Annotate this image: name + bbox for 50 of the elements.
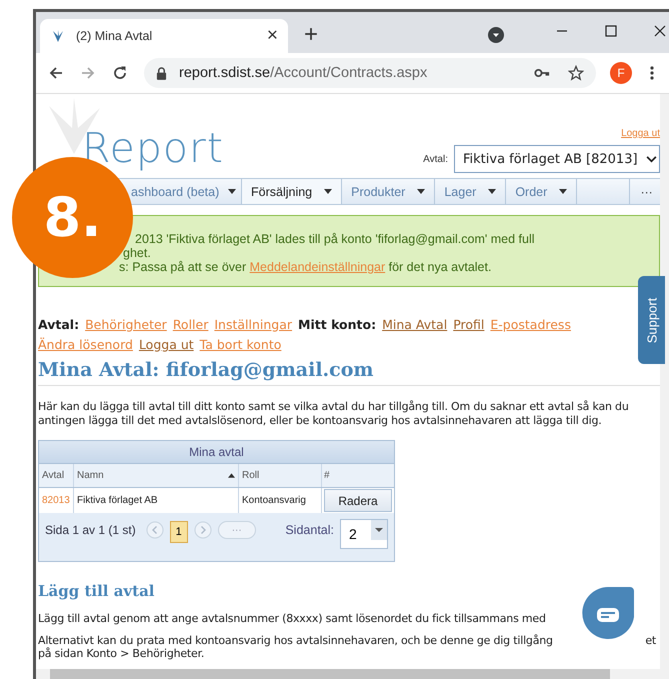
links-label: Mitt konto:: [298, 316, 376, 334]
table-cell: Kontoansvarig: [239, 488, 322, 513]
notice-text: ghet.: [122, 246, 152, 260]
nav-menu-item[interactable]: Produkter: [342, 179, 436, 204]
account-link[interactable]: Inställningar: [214, 315, 292, 335]
logo-text: Report: [82, 124, 224, 172]
account-link[interactable]: Behörigheter: [85, 315, 167, 335]
contract-select[interactable]: Fiktiva förlaget AB [82013]: [454, 145, 660, 173]
page-number[interactable]: 1: [170, 521, 188, 543]
url-text: report.sdist.se/Account/Contracts.aspx: [179, 65, 428, 81]
address-bar[interactable]: report.sdist.se/Account/Contracts.aspx: [144, 58, 596, 88]
support-tab[interactable]: Support: [638, 276, 665, 364]
profile-avatar[interactable]: F: [610, 62, 632, 84]
contract-label: Avtal:: [423, 154, 448, 164]
account-link[interactable]: E-postadress: [490, 315, 571, 335]
account-link[interactable]: Logga ut: [138, 335, 194, 355]
account-link[interactable]: Roller: [172, 315, 208, 335]
account-link[interactable]: Ändra lösenord: [38, 335, 133, 355]
nav-menu-item[interactable]: Försäljning: [242, 179, 342, 204]
delete-button[interactable]: Radera: [324, 489, 392, 512]
close-tab-button[interactable]: ×: [266, 25, 278, 47]
column-header[interactable]: Namn: [74, 464, 239, 487]
account-link[interactable]: Mina Avtal: [382, 315, 448, 335]
more-menu-item[interactable]: ···: [630, 179, 663, 204]
column-header[interactable]: #: [322, 464, 394, 487]
all-pages-button[interactable]: ···: [218, 521, 256, 539]
page-size-select[interactable]: 2: [340, 519, 388, 549]
account-link[interactable]: Profil: [453, 315, 484, 335]
logout-link[interactable]: Logga ut: [621, 128, 660, 139]
instruction-text: et: [645, 634, 656, 647]
page-size-label: Sidantal:: [285, 523, 334, 537]
notice-text: 2013 'Fiktiva förlaget AB' lades till på konto 'fiforlag@gmail.com' med full: [134, 232, 536, 246]
table-cell: 82013: [39, 488, 74, 513]
tab-title: (2) Mina Avtal: [76, 29, 154, 43]
pager-summary: Sida 1 av 1 (1 st): [45, 523, 136, 537]
column-header[interactable]: Roll: [239, 464, 322, 487]
browser-tab[interactable]: (2) Mina Avtal ×: [40, 19, 288, 53]
grid-caption: Mina avtal: [39, 441, 394, 464]
instruction-text: på sidan Konto > Behörigheter.: [38, 647, 206, 660]
nav-menu-item[interactable]: Lager: [435, 179, 506, 204]
intro-text: Här kan du lägga till avtal till ditt konto samt se vilka avtal du har tillgång till. Om du saknar ett avtal så kan du antingen lägga till det med avtalslösenord, eller be kontoansvarig hos avtalsinnehavaren att lägga till dig.: [38, 400, 630, 428]
table-cell: Fiktiva förlaget AB: [74, 488, 239, 513]
column-header[interactable]: Avtal: [39, 464, 74, 487]
account-link[interactable]: Ta bort konto: [200, 335, 282, 355]
nav-menu-item[interactable]: Order: [506, 179, 578, 204]
links-label: Avtal:: [38, 316, 80, 334]
instruction-text: Lägg till avtal genom att ange avtalsnummer (8xxxx) samt lösenordet du fick tillsammans med: [38, 612, 547, 625]
new-tab-button[interactable]: +: [304, 23, 318, 47]
instruction-text: Alternativt kan du prata med kontoansvarig hos avtalsinnehavaren, och be denne ge dig tillgång: [38, 634, 553, 647]
section-title: Lägg till avtal: [38, 582, 156, 600]
